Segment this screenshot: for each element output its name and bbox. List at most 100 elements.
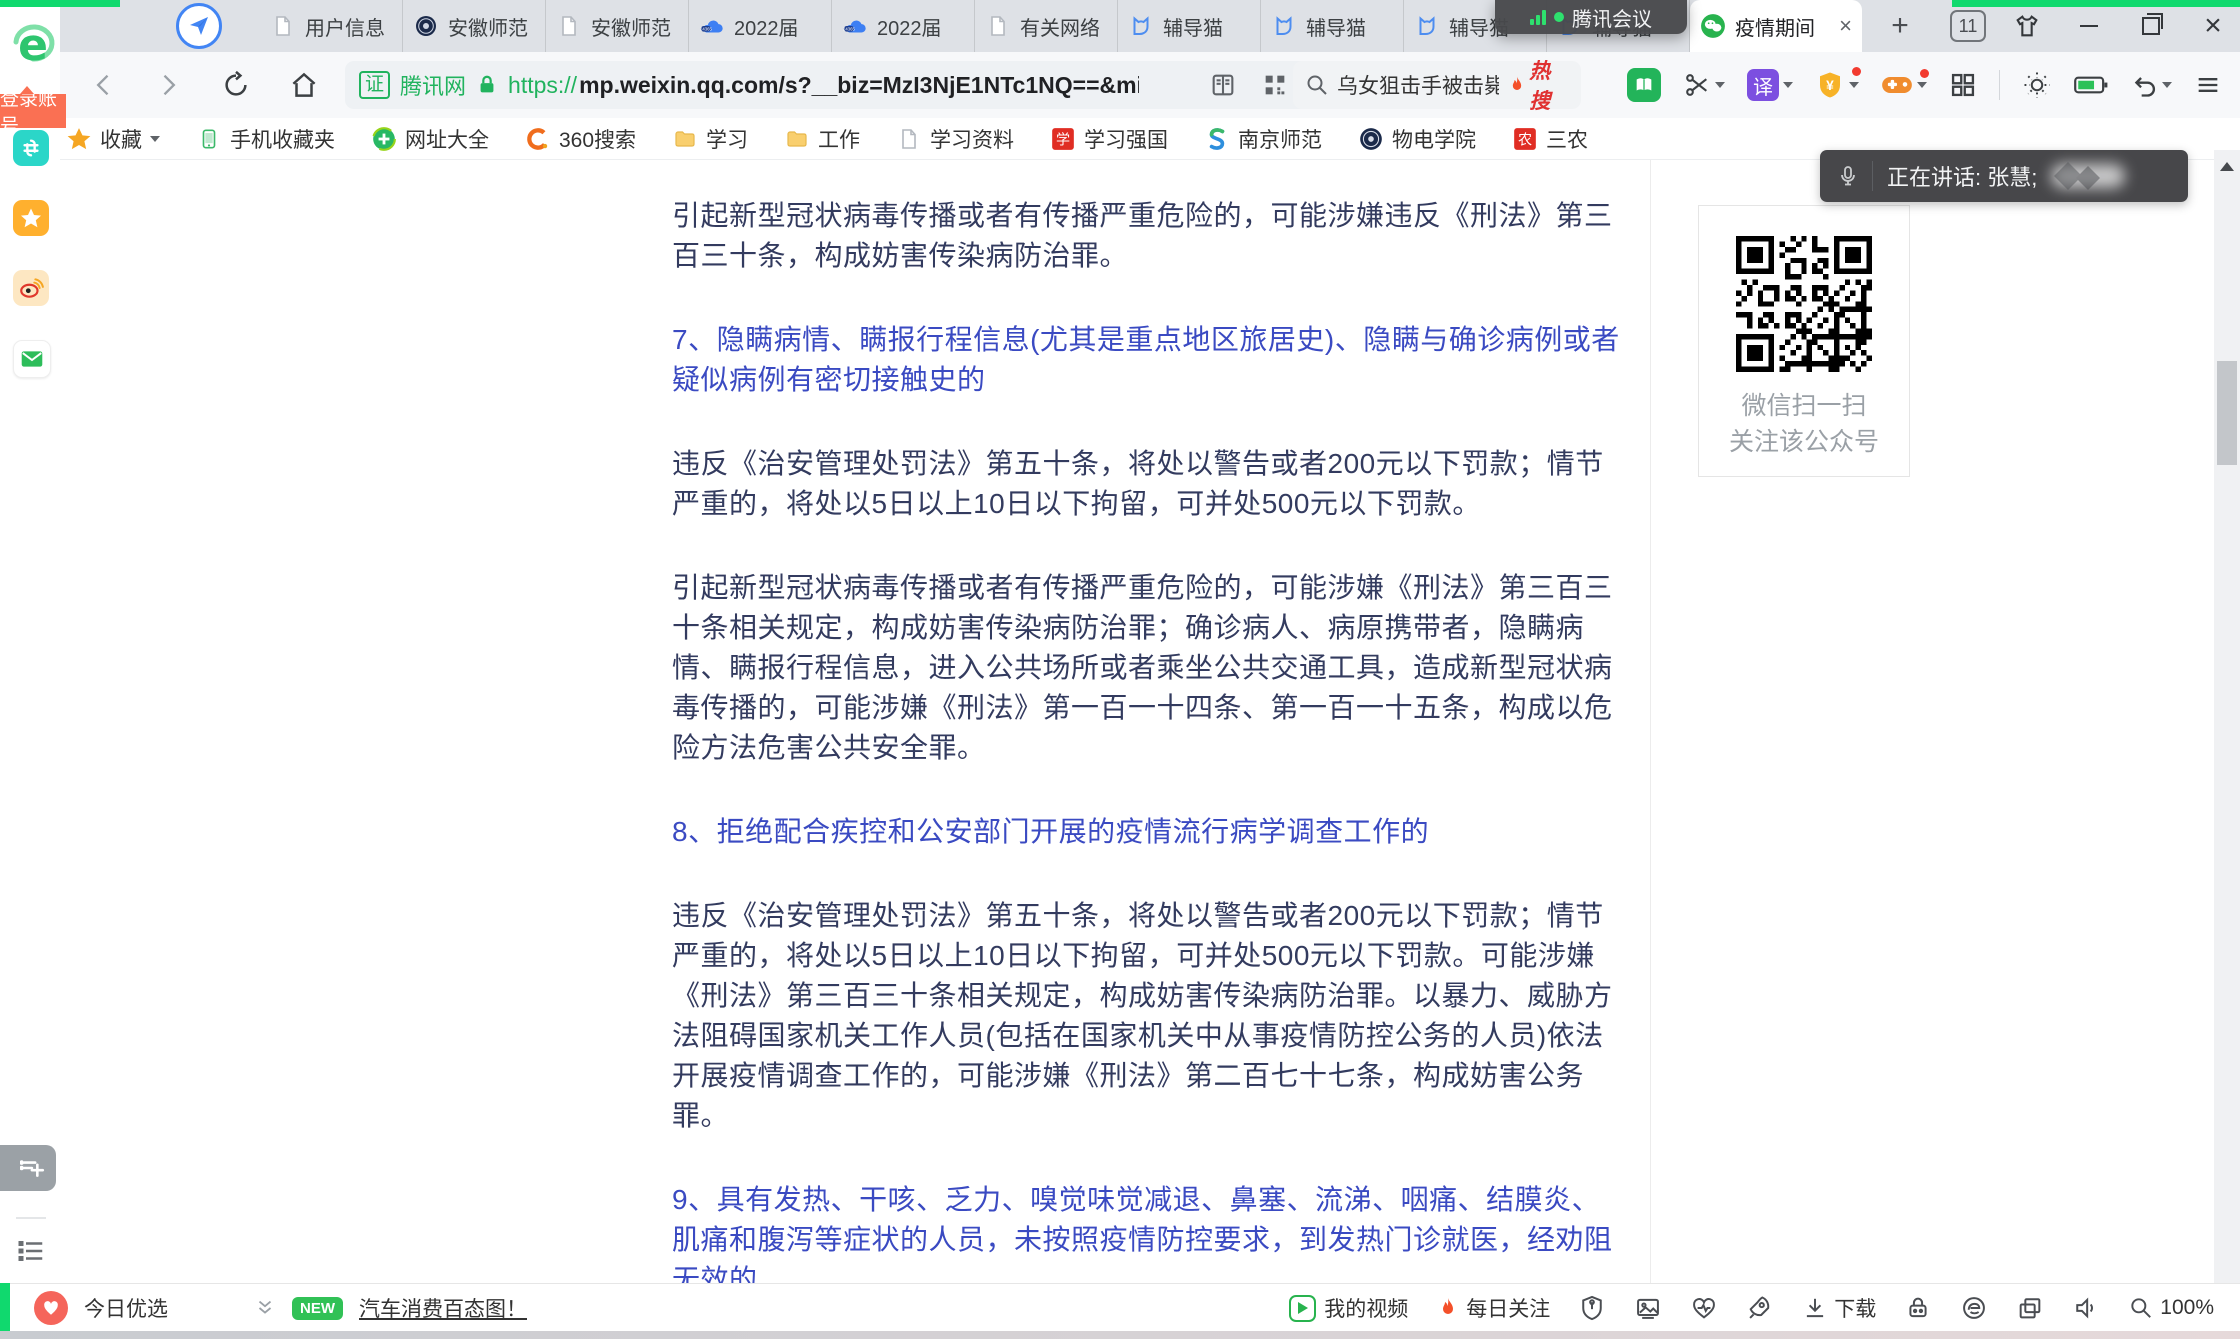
sidebar-favorites-icon[interactable] — [13, 200, 49, 236]
collapse-chevrons-icon[interactable] — [254, 1296, 276, 1320]
menu-button[interactable] — [2194, 71, 2222, 99]
tab-count-badge[interactable]: 11 — [1950, 10, 1986, 42]
today-pick-heart-icon[interactable] — [34, 1291, 68, 1325]
page-icon — [985, 13, 1011, 39]
bookmark-item[interactable]: 南京师范 — [1204, 124, 1322, 154]
zoom-control[interactable]: 100% — [2128, 1295, 2214, 1321]
sannong-icon: 农 — [1512, 126, 1538, 152]
close-window-button[interactable]: × — [2186, 0, 2240, 52]
page-scrollbar[interactable] — [2214, 150, 2240, 1283]
bookmark-item[interactable]: 农三农 — [1512, 124, 1588, 154]
page-icon — [270, 13, 296, 39]
back-button[interactable] — [76, 52, 132, 118]
address-bar[interactable]: 证 腾讯网 https:// mp.weixin.qq.com/s?__biz=… — [345, 61, 1387, 109]
tab-label: 安徽师范 — [448, 12, 528, 41]
tab[interactable]: 安徽师范 — [403, 0, 546, 52]
pinned-tab-navigator[interactable] — [176, 3, 222, 49]
sidebar-customize-button[interactable] — [0, 1145, 56, 1191]
translate-button[interactable]: 译 — [1747, 69, 1793, 101]
tab[interactable]: 有关网络 — [975, 0, 1118, 52]
login-account-tag[interactable]: 登录账号 — [0, 94, 66, 128]
translate-dropdown-icon[interactable] — [1783, 82, 1793, 88]
apps-grid-button[interactable] — [1949, 71, 1977, 99]
night-mode-button[interactable] — [2022, 70, 2052, 100]
tab-label: 有关网络 — [1020, 12, 1100, 41]
search-input[interactable]: 乌女狙击手被击毙 — [1337, 70, 1499, 100]
games-button[interactable] — [1881, 72, 1927, 98]
play-icon — [1289, 1295, 1316, 1322]
reader-mode-icon[interactable] — [1209, 71, 1237, 99]
boost-rocket-icon[interactable] — [1746, 1294, 1774, 1322]
tab[interactable]: 辅导猫 — [1118, 0, 1261, 52]
my-videos-button[interactable]: 我的视频 — [1289, 1293, 1408, 1323]
tab[interactable]: 辅导猫 — [1261, 0, 1404, 52]
translate-icon: 译 — [1747, 69, 1779, 101]
qr-share-icon[interactable] — [1261, 71, 1289, 99]
restore-button[interactable] — [2124, 0, 2178, 52]
tab[interactable]: 用户信息 — [260, 0, 403, 52]
bookmark-item[interactable]: 工作 — [784, 124, 860, 154]
sidebar-weibo-icon[interactable] — [13, 270, 49, 306]
banner-divider — [1872, 161, 1873, 191]
compatibility-e-icon[interactable] — [1960, 1294, 1988, 1322]
novel-book-button[interactable] — [1627, 68, 1661, 102]
speaker-icon[interactable] — [2072, 1294, 2100, 1322]
minimize-icon — [2080, 25, 2098, 27]
nnu-s-icon — [1204, 126, 1230, 152]
left-sidebar: e — [0, 0, 60, 1283]
screenshot-image-icon[interactable] — [1634, 1294, 1662, 1322]
hot-search-button[interactable]: 热搜 — [1507, 55, 1569, 115]
bookmark-item[interactable]: 学习 — [672, 124, 748, 154]
sidebar-list-icon[interactable] — [16, 1236, 46, 1266]
battery-saver-button[interactable] — [2074, 72, 2108, 98]
zoom-level-value: 100% — [2160, 1296, 2214, 1320]
bookmark-item[interactable]: 学学习强国 — [1050, 124, 1168, 154]
sidebar-mail-icon[interactable] — [13, 340, 51, 378]
daily-follow-button[interactable]: 每日关注 — [1436, 1293, 1550, 1323]
refresh-button[interactable] — [208, 52, 264, 118]
bookmark-label: 学习 — [706, 124, 748, 154]
wallet-shield-button[interactable]: ¥ — [1815, 70, 1859, 100]
tab-active[interactable]: 疫情期间× — [1690, 0, 1862, 52]
screenshot-button[interactable] — [1683, 71, 1725, 99]
scrollbar-up-arrow-icon[interactable] — [2220, 162, 2234, 171]
tab[interactable]: 安徽师范 — [546, 0, 689, 52]
new-tab-button[interactable]: + — [1882, 8, 1918, 44]
tencent-meeting-pill[interactable]: 腾讯会议 — [1495, 0, 1687, 34]
bookmark-item[interactable]: 物电学院 — [1358, 124, 1476, 154]
security-shield-icon[interactable] — [1578, 1294, 1606, 1322]
speaking-banner: 正在讲话: 张慧; — [1820, 150, 2188, 202]
games-dropdown-icon[interactable] — [1917, 82, 1927, 88]
bookmark-label: 三农 — [1546, 124, 1588, 154]
promo-link[interactable]: 汽车消费百态图！ — [359, 1293, 527, 1323]
forward-button[interactable] — [140, 52, 196, 118]
bookmark-item[interactable]: 网址大全 — [371, 124, 489, 154]
tab[interactable]: 243652022届 — [832, 0, 975, 52]
bookmark-item[interactable]: 360搜索 — [525, 124, 636, 154]
scrollbar-thumb[interactable] — [2217, 361, 2237, 465]
bookmark-item[interactable]: 手机收藏夹 — [196, 124, 335, 154]
minimize-button[interactable] — [2062, 0, 2116, 52]
windows-icon[interactable] — [2016, 1294, 2044, 1322]
svg-text:学: 学 — [1056, 131, 1070, 147]
tab-close-icon[interactable]: × — [1839, 15, 1852, 37]
adblock-lock-icon[interactable] — [1904, 1294, 1932, 1322]
undo-closed-tab-button[interactable] — [2130, 71, 2172, 99]
lock-icon — [476, 74, 498, 96]
bookmark-dropdown-icon[interactable] — [150, 136, 160, 142]
download-button[interactable]: 下载 — [1802, 1293, 1876, 1323]
undo-dropdown-icon[interactable] — [2162, 82, 2172, 88]
search-box[interactable]: 乌女狙击手被击毙 热搜 — [1293, 61, 1581, 109]
health-heart-icon[interactable] — [1690, 1294, 1718, 1322]
page-icon — [556, 13, 582, 39]
bookmark-item[interactable]: 收藏 — [66, 124, 160, 154]
browser-logo[interactable]: e — [8, 14, 58, 76]
wallet-dropdown-icon[interactable] — [1849, 82, 1859, 88]
theme-skin-button[interactable] — [2000, 0, 2054, 52]
bookmark-item[interactable]: 学习资料 — [896, 124, 1014, 154]
today-pick-label[interactable]: 今日优选 — [84, 1293, 168, 1323]
screenshot-dropdown-icon[interactable] — [1715, 82, 1725, 88]
url-text: mp.weixin.qq.com/s?__biz=MzI3NjE1NTc1NQ=… — [579, 72, 1139, 99]
home-button[interactable] — [276, 52, 332, 118]
tab[interactable]: 243652022届 — [689, 0, 832, 52]
